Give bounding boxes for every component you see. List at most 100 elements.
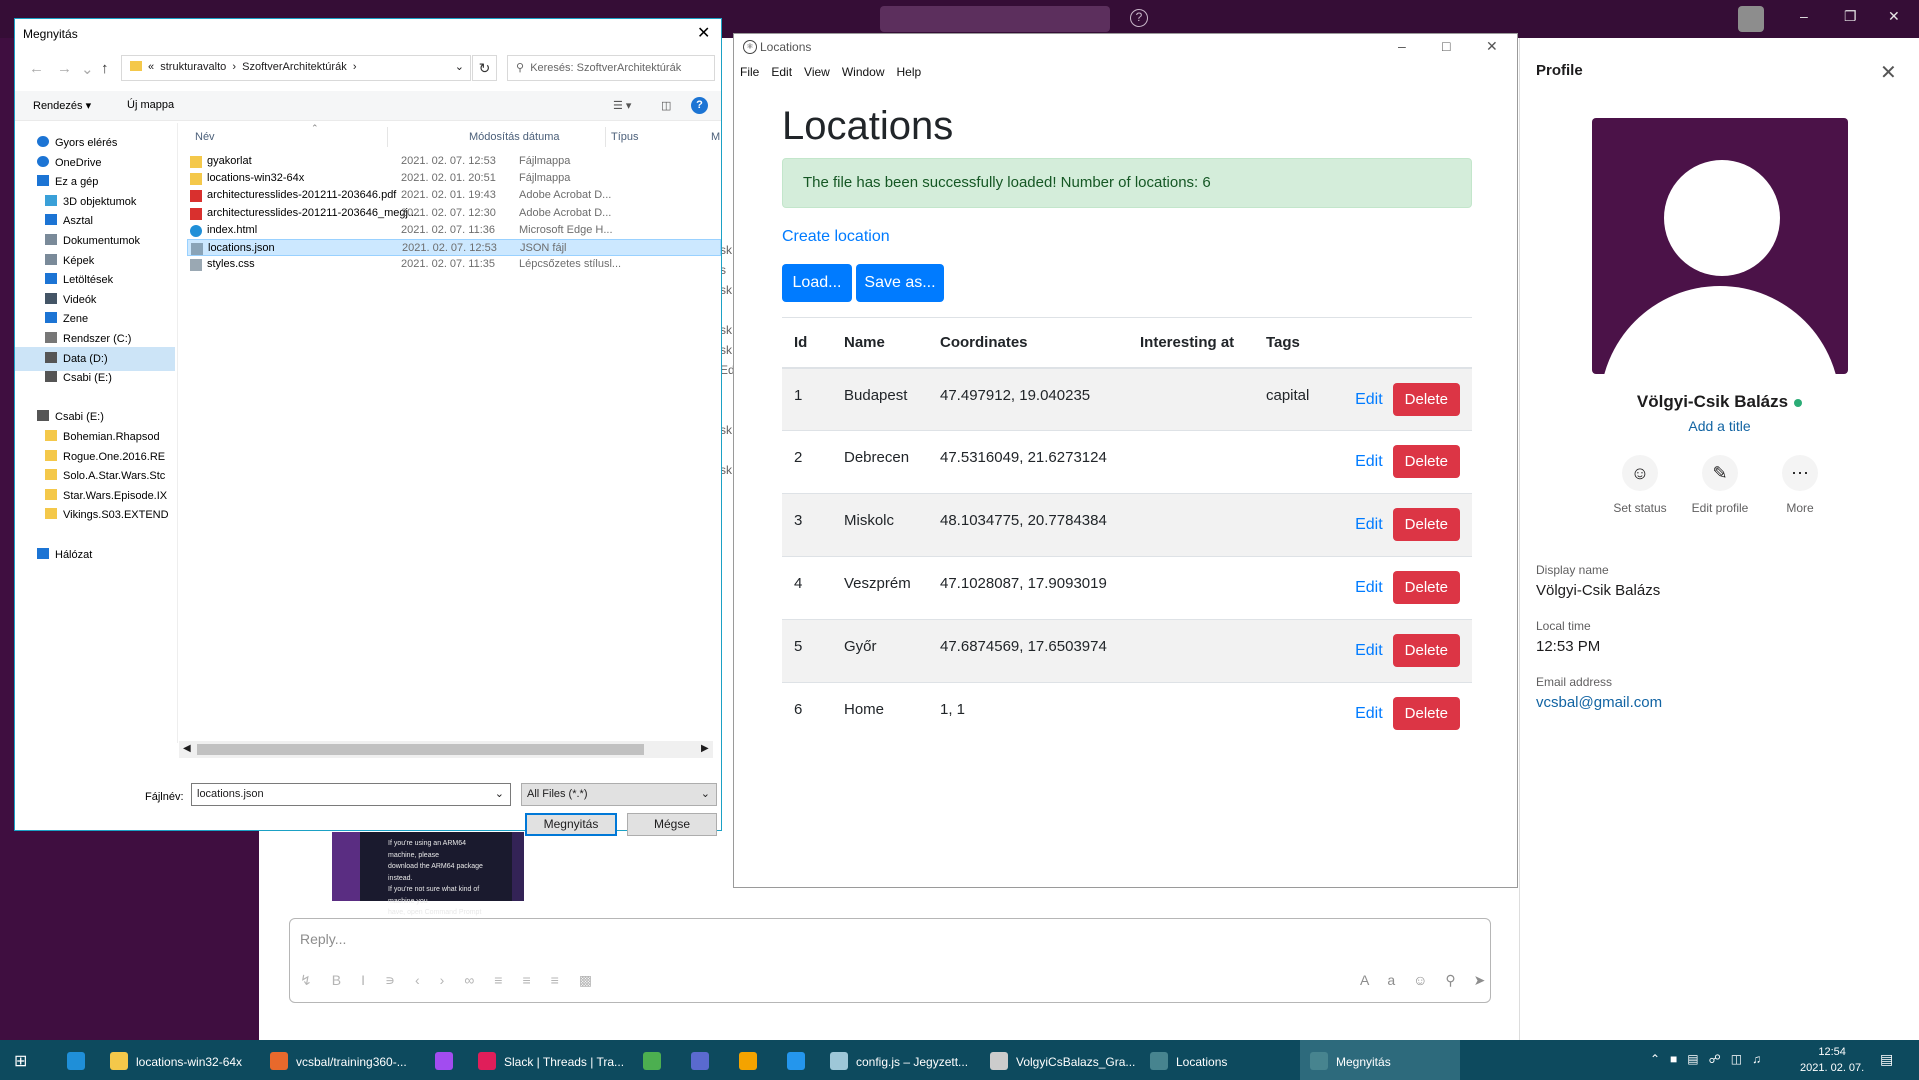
search-input[interactable]: ⚲ Keresés: SzoftverArchitektúrák bbox=[507, 55, 715, 81]
taskbar-app[interactable] bbox=[52, 1040, 100, 1080]
delete-button[interactable]: Delete bbox=[1392, 697, 1460, 730]
system-tray[interactable]: ⌃■▤☍◫♫ bbox=[1650, 1052, 1771, 1066]
windows-start-icon[interactable]: ⊞ bbox=[14, 1051, 27, 1071]
edit-link[interactable]: Edit bbox=[1355, 516, 1383, 533]
taskbar-app[interactable]: locations-win32-64x bbox=[100, 1040, 260, 1080]
column-header-type[interactable]: Típus bbox=[611, 131, 639, 143]
close-icon[interactable]: ✕ bbox=[697, 23, 710, 43]
email-link[interactable]: vcsbal@gmail.com bbox=[1536, 694, 1662, 711]
delete-button[interactable]: Delete bbox=[1392, 382, 1460, 416]
taskbar-app[interactable]: vcsbal/training360-... bbox=[260, 1040, 420, 1080]
dialog-title-bar[interactable]: Megnyitás ✕ bbox=[15, 19, 721, 49]
close-icon[interactable]: ✕ bbox=[1486, 38, 1498, 55]
delete-button[interactable]: Delete bbox=[1392, 634, 1460, 667]
menu-view[interactable]: View bbox=[798, 61, 836, 79]
refresh-button[interactable]: ↻ bbox=[472, 55, 497, 81]
set-status-button[interactable]: ☺ Set status bbox=[1600, 455, 1680, 515]
image-preview[interactable]: If you're using an ARM64 machine, please… bbox=[332, 832, 524, 951]
address-bar[interactable]: « strukturavalto › SzoftverArchitektúrák… bbox=[121, 55, 471, 81]
clock[interactable]: 12:54 2021. 02. 07. bbox=[1800, 1044, 1864, 1076]
cancel-button[interactable]: Mégse bbox=[627, 813, 717, 836]
column-header-date[interactable]: Módosítás dátuma bbox=[469, 131, 560, 143]
minimize-icon[interactable]: – bbox=[1398, 38, 1406, 54]
breadcrumb-szoftverarchitekturak[interactable]: SzoftverArchitektúrák bbox=[242, 61, 347, 73]
help-icon[interactable]: ? bbox=[691, 97, 708, 114]
menu-window[interactable]: Window bbox=[836, 61, 891, 79]
file-row[interactable]: architecturesslides-201211-203646.pdf 202… bbox=[187, 187, 721, 204]
minimize-icon[interactable]: – bbox=[1800, 8, 1808, 24]
taskbar-app[interactable]: Locations bbox=[1140, 1040, 1300, 1080]
documents-icon bbox=[45, 234, 57, 245]
slack-search-bar[interactable] bbox=[880, 6, 1110, 32]
view-options-icon[interactable]: ☰ ▾ bbox=[613, 99, 631, 112]
new-folder-button[interactable]: Új mappa bbox=[127, 99, 174, 111]
taskbar-app[interactable]: Slack | Threads | Tra... bbox=[468, 1040, 628, 1080]
nav-item[interactable]: Hálózat bbox=[15, 543, 175, 567]
file-name: locations-win32-64x bbox=[207, 172, 305, 185]
taskbar-app[interactable] bbox=[772, 1040, 820, 1080]
file-row[interactable]: locations-win32-64x 2021. 02. 01. 20:51 Fá… bbox=[187, 170, 721, 187]
more-button[interactable]: ⋯ More bbox=[1760, 455, 1840, 515]
forward-arrow-icon[interactable]: → bbox=[57, 60, 72, 77]
menu-edit[interactable]: Edit bbox=[765, 61, 798, 79]
menu-help[interactable]: Help bbox=[891, 61, 928, 79]
edit-link[interactable]: Edit bbox=[1355, 579, 1383, 596]
file-row[interactable]: gyakorlat 2021. 02. 07. 12:53 Fájlmappa bbox=[187, 153, 721, 170]
taskbar-app[interactable]: config.js – Jegyzett... bbox=[820, 1040, 980, 1080]
reply-actions[interactable]: Aa☺⚲➤ bbox=[1360, 972, 1503, 989]
scrollbar-thumb[interactable] bbox=[197, 744, 644, 755]
filename-input[interactable]: locations.json ⌄ bbox=[191, 783, 511, 806]
edit-link[interactable]: Edit bbox=[1355, 705, 1383, 722]
profile-picture[interactable] bbox=[1592, 118, 1848, 374]
file-row[interactable]: locations.json 2021. 02. 07. 12:53 JSON fá… bbox=[187, 239, 721, 256]
title-bar[interactable]: ⚛ Locations – □ ✕ bbox=[734, 34, 1517, 61]
delete-button[interactable]: Delete bbox=[1392, 445, 1460, 478]
notifications-icon[interactable]: ▤ bbox=[1880, 1051, 1893, 1068]
file-name: architecturesslides-201211-203646.pdf bbox=[207, 189, 397, 202]
close-icon[interactable]: ✕ bbox=[1880, 60, 1897, 85]
save-as-button[interactable]: Save as... bbox=[856, 264, 944, 302]
close-icon[interactable]: ✕ bbox=[1888, 8, 1900, 25]
user-avatar[interactable] bbox=[1738, 6, 1764, 32]
taskbar-app[interactable]: VolgyiCsBalazs_Gra... bbox=[980, 1040, 1140, 1080]
create-location-link[interactable]: Create location bbox=[782, 228, 890, 246]
chevron-down-icon[interactable]: ⌄ bbox=[455, 60, 464, 73]
edit-profile-button[interactable]: ✎ Edit profile bbox=[1680, 455, 1760, 515]
open-button[interactable]: Megnyitás bbox=[525, 813, 617, 836]
taskbar-app[interactable] bbox=[676, 1040, 724, 1080]
column-header-extra[interactable]: M bbox=[711, 131, 720, 143]
back-arrow-icon[interactable]: ← bbox=[29, 60, 44, 77]
taskbar-app[interactable] bbox=[724, 1040, 772, 1080]
taskbar-app[interactable]: Megnyitás bbox=[1300, 1040, 1460, 1080]
up-arrow-icon[interactable]: ↑ bbox=[101, 60, 109, 77]
horizontal-scrollbar[interactable]: ◀ ▶ bbox=[179, 741, 713, 758]
breadcrumb-strukturavalto[interactable]: strukturavalto bbox=[160, 61, 226, 73]
taskbar-app[interactable] bbox=[628, 1040, 676, 1080]
preview-pane-icon[interactable]: ◫ bbox=[661, 99, 671, 112]
load-button[interactable]: Load... bbox=[782, 264, 852, 302]
edit-link[interactable]: Edit bbox=[1355, 642, 1383, 659]
edit-link[interactable]: Edit bbox=[1355, 391, 1383, 408]
organize-button[interactable]: Rendezés ▾ bbox=[33, 99, 91, 112]
add-title-link[interactable]: Add a title bbox=[1520, 418, 1919, 434]
help-icon[interactable]: ? bbox=[1130, 9, 1148, 27]
history-dropdown-icon[interactable]: ⌄ bbox=[81, 60, 94, 78]
edit-link[interactable]: Edit bbox=[1355, 453, 1383, 470]
taskbar-app[interactable] bbox=[420, 1040, 468, 1080]
restore-icon[interactable]: ❐ bbox=[1844, 8, 1857, 25]
chevron-down-icon[interactable]: ⌄ bbox=[495, 787, 504, 800]
file-row[interactable]: architecturesslides-201211-203646_megj..… bbox=[187, 205, 721, 222]
scroll-right-icon[interactable]: ▶ bbox=[701, 743, 709, 754]
file-type-select[interactable]: All Files (*.*) ⌄ bbox=[521, 783, 717, 806]
file-row[interactable]: styles.css 2021. 02. 07. 11:35 Lépcsőzetes… bbox=[187, 256, 721, 273]
format-toolbar[interactable]: ↯BI∍‹›∞≡≡≡▩ bbox=[300, 972, 612, 989]
menu-file[interactable]: File bbox=[734, 61, 765, 79]
maximize-icon[interactable]: □ bbox=[1442, 38, 1450, 54]
reply-input[interactable] bbox=[289, 918, 1491, 1003]
column-header-name[interactable]: Név bbox=[195, 131, 215, 143]
delete-button[interactable]: Delete bbox=[1392, 571, 1460, 604]
delete-button[interactable]: Delete bbox=[1392, 508, 1460, 541]
file-row[interactable]: index.html 2021. 02. 07. 11:36 Microsoft E… bbox=[187, 222, 721, 239]
desktop-icon bbox=[45, 214, 57, 226]
scroll-left-icon[interactable]: ◀ bbox=[183, 743, 191, 754]
